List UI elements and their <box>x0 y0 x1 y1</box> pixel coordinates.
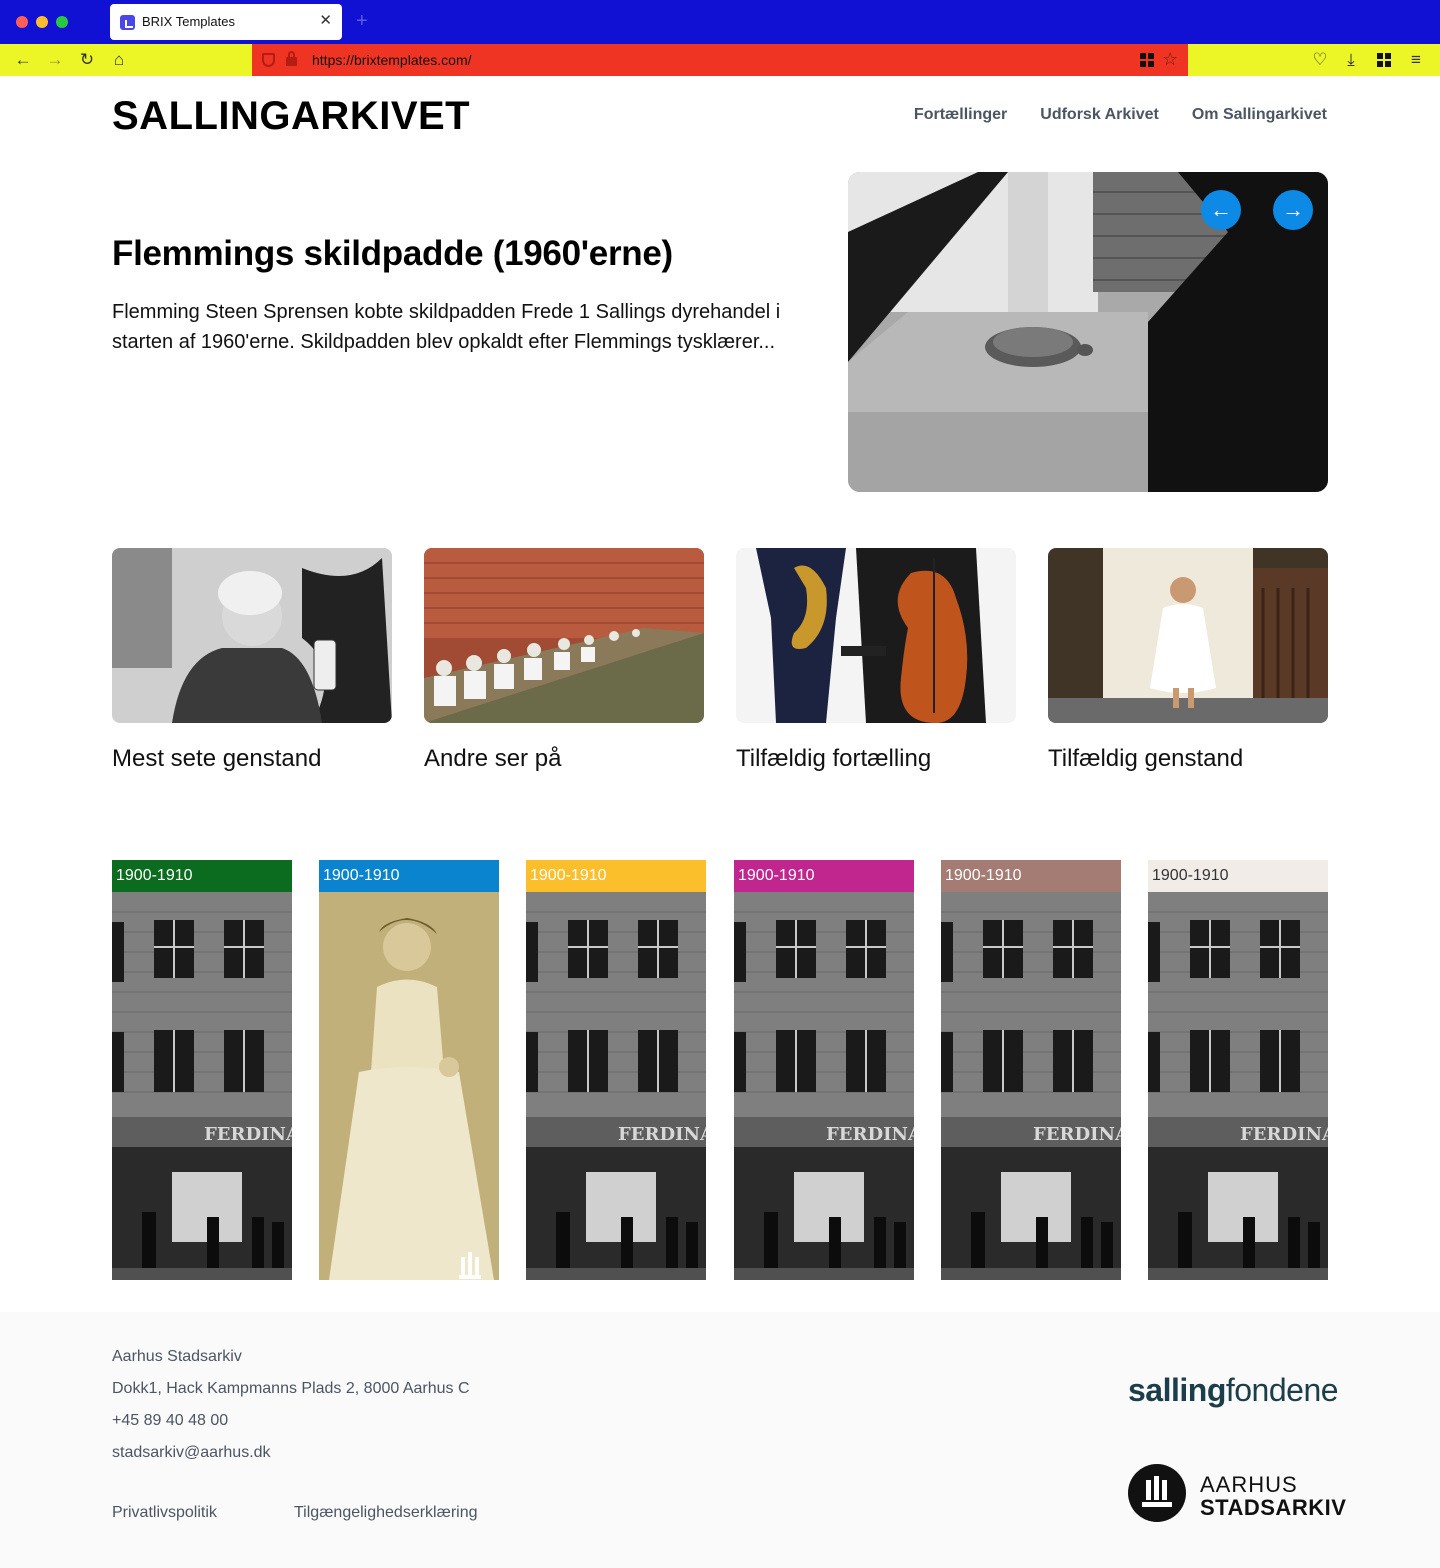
footer-phone[interactable]: +45 89 40 48 00 <box>112 1412 228 1430</box>
site-logo[interactable]: SALLINGARKIVET <box>112 94 470 139</box>
hero-title: Flemmings skildpadde (1960'erne) <box>112 234 673 273</box>
forward-icon[interactable]: → <box>44 49 66 71</box>
tab-title: BRIX Templates <box>142 14 235 29</box>
decade-card[interactable]: 1900-1910 <box>319 860 499 1280</box>
card-title[interactable]: Tilfældig genstand <box>1048 745 1328 773</box>
aarhus-stadsarkiv-logo[interactable]: AARHUS STADSARKIV <box>1128 1464 1346 1524</box>
footer: Aarhus Stadsarkiv Dokk1, Hack Kampmanns … <box>0 1312 1440 1568</box>
footer-email[interactable]: stadsarkiv@aarhus.dk <box>112 1444 271 1462</box>
decade-card[interactable]: 1900-1910 <box>734 860 914 1280</box>
extensions-icon[interactable] <box>1373 49 1395 71</box>
aarhus-logo-icon <box>1128 1464 1186 1522</box>
card-image[interactable] <box>112 548 392 723</box>
card-title[interactable]: Tilfældig fortælling <box>736 745 1016 773</box>
decade-image[interactable] <box>734 892 914 1280</box>
pocket-icon[interactable]: ♡ <box>1309 49 1331 71</box>
extension-grid-icon[interactable] <box>1140 53 1154 67</box>
bookmark-star-icon[interactable]: ☆ <box>1162 49 1178 69</box>
hero-text: Flemming Steen Sprensen kobte skildpadde… <box>112 301 781 353</box>
footer-link-privacy[interactable]: Privatlivspolitik <box>112 1504 217 1522</box>
decade-label[interactable]: 1900-1910 <box>1148 860 1328 892</box>
decade-label[interactable]: 1900-1910 <box>526 860 706 892</box>
main-nav: Fortællinger Udforsk Arkivet Om Sallinga… <box>914 106 1327 124</box>
footer-address: Dokk1, Hack Kampmanns Plads 2, 8000 Aarh… <box>112 1380 470 1397</box>
decade-card[interactable]: 1900-1910 <box>1148 860 1328 1280</box>
card-tilfaeldig-genstand[interactable]: Tilfældig genstand <box>1048 548 1328 773</box>
carousel-next-button[interactable]: → <box>1273 190 1313 230</box>
lock-icon[interactable] <box>286 51 297 66</box>
aarhus-logo-line2: STADSARKIV <box>1200 1495 1347 1520</box>
hero-image-turtle <box>848 172 1328 492</box>
window-close-button[interactable] <box>16 16 28 28</box>
home-icon[interactable]: ⌂ <box>108 49 130 71</box>
salling-logo-bold: salling <box>1128 1372 1226 1408</box>
url-text[interactable]: https://brixtemplates.com/ <box>312 52 472 68</box>
nav-link-udforsk-arkivet[interactable]: Udforsk Arkivet <box>1040 106 1159 124</box>
decade-card[interactable]: 1900-1910 <box>112 860 292 1280</box>
browser-tab[interactable]: BRIX Templates ✕ <box>110 4 342 40</box>
browser-tab-bar: BRIX Templates ✕ + <box>0 0 1440 44</box>
nav-link-om-sallingarkivet[interactable]: Om Sallingarkivet <box>1192 106 1327 124</box>
card-image[interactable] <box>1048 548 1328 723</box>
address-bar[interactable]: https://brixtemplates.com/ ☆ <box>252 44 1188 76</box>
browser-toolbar: ← → ↻ ⌂ https://brixtemplates.com/ ☆ ♡ ⤓… <box>0 44 1440 76</box>
tab-close-icon[interactable]: ✕ <box>319 12 332 30</box>
reload-icon[interactable]: ↻ <box>76 49 98 71</box>
footer-link-accessibility[interactable]: Tilgængelighedserklæring <box>294 1504 478 1522</box>
decade-image[interactable] <box>112 892 292 1280</box>
shield-icon[interactable] <box>262 53 275 67</box>
decade-card[interactable]: 1900-1910 <box>941 860 1121 1280</box>
decade-image[interactable] <box>526 892 706 1280</box>
window-zoom-button[interactable] <box>56 16 68 28</box>
salling-logo-light: fondene <box>1225 1372 1339 1408</box>
card-andre-ser-paa[interactable]: Andre ser på <box>424 548 704 773</box>
card-title[interactable]: Andre ser på <box>424 745 704 773</box>
decade-label[interactable]: 1900-1910 <box>319 860 499 892</box>
card-mest-sete-genstand[interactable]: Mest sete genstand <box>112 548 392 773</box>
footer-org-name: Aarhus Stadsarkiv <box>112 1348 242 1365</box>
menu-icon[interactable]: ≡ <box>1405 49 1427 71</box>
carousel-prev-button[interactable]: ← <box>1201 190 1241 230</box>
card-image[interactable] <box>424 548 704 723</box>
decade-label[interactable]: 1900-1910 <box>112 860 292 892</box>
new-tab-icon[interactable]: + <box>356 10 368 32</box>
salling-fondene-logo[interactable]: sallingfondene <box>1128 1372 1339 1409</box>
decade-label[interactable]: 1900-1910 <box>734 860 914 892</box>
decade-card[interactable]: 1900-1910 <box>526 860 706 1280</box>
decade-image[interactable] <box>1148 892 1328 1280</box>
window-minimize-button[interactable] <box>36 16 48 28</box>
back-icon[interactable]: ← <box>12 49 34 71</box>
decade-image[interactable] <box>941 892 1121 1280</box>
card-image[interactable] <box>736 548 1016 723</box>
decade-image[interactable] <box>319 892 499 1280</box>
card-title[interactable]: Mest sete genstand <box>112 745 392 773</box>
nav-link-fortaellinger[interactable]: Fortællinger <box>914 106 1007 124</box>
favicon-icon <box>120 15 135 30</box>
decade-label[interactable]: 1900-1910 <box>941 860 1121 892</box>
card-tilfaeldig-fortaelling[interactable]: Tilfældig fortælling <box>736 548 1016 773</box>
download-icon[interactable]: ⤓ <box>1340 49 1362 71</box>
